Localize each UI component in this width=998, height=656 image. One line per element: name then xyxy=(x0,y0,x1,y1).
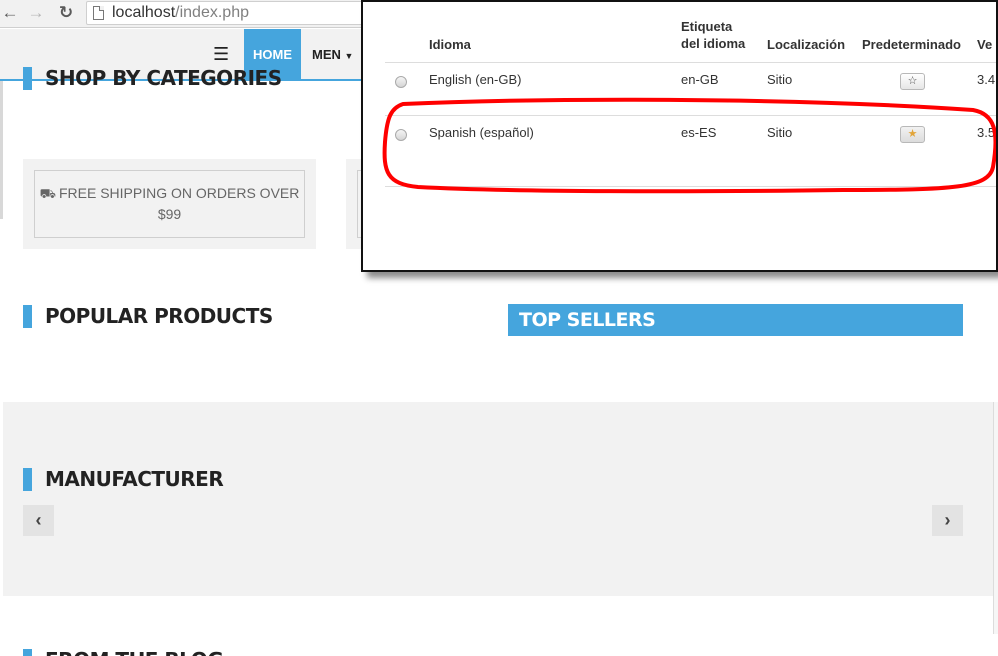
address-bar[interactable]: localhost/index.php xyxy=(86,1,386,25)
left-edge xyxy=(0,81,3,219)
shipping-box: ⛟ FREE SHIPPING ON ORDERS OVER $99 xyxy=(34,170,305,238)
hamburger-icon[interactable]: ☰ xyxy=(213,44,229,65)
page-icon xyxy=(93,6,104,20)
shipping-line2: $99 xyxy=(157,206,182,222)
shipping-line1: FREE SHIPPING ON ORDERS OVER xyxy=(58,185,300,201)
truck-icon: ⛟ xyxy=(39,186,56,201)
manufacturer-band xyxy=(3,402,993,596)
section-title-manufacturer: MANUFACTURER xyxy=(23,467,224,491)
top-sellers-header: TOP SELLERS xyxy=(508,304,963,336)
nav-men[interactable]: MEN ▼ xyxy=(312,29,353,81)
language-table-panel: Idioma Etiqueta del idioma Localización P… xyxy=(361,0,998,272)
url-text: localhost/index.php xyxy=(112,4,249,21)
right-scrollbar[interactable] xyxy=(993,402,998,634)
chevron-right-icon[interactable]: › xyxy=(932,505,963,536)
red-highlight-annotation xyxy=(382,97,996,194)
section-title-blog: FROM THE BLOG xyxy=(23,648,224,656)
caret-down-icon: ▼ xyxy=(344,51,354,61)
arrow-left-icon[interactable]: ← xyxy=(0,3,20,23)
arrow-right-icon[interactable]: → xyxy=(26,3,46,23)
reload-icon[interactable]: ↻ xyxy=(56,3,76,23)
shipping-banner: ⛟ FREE SHIPPING ON ORDERS OVER $99 xyxy=(23,159,316,249)
chevron-left-icon[interactable]: ‹ xyxy=(23,505,54,536)
section-title-popular: POPULAR PRODUCTS xyxy=(23,304,273,328)
section-title-shop: SHOP BY CATEGORIES xyxy=(23,66,282,90)
